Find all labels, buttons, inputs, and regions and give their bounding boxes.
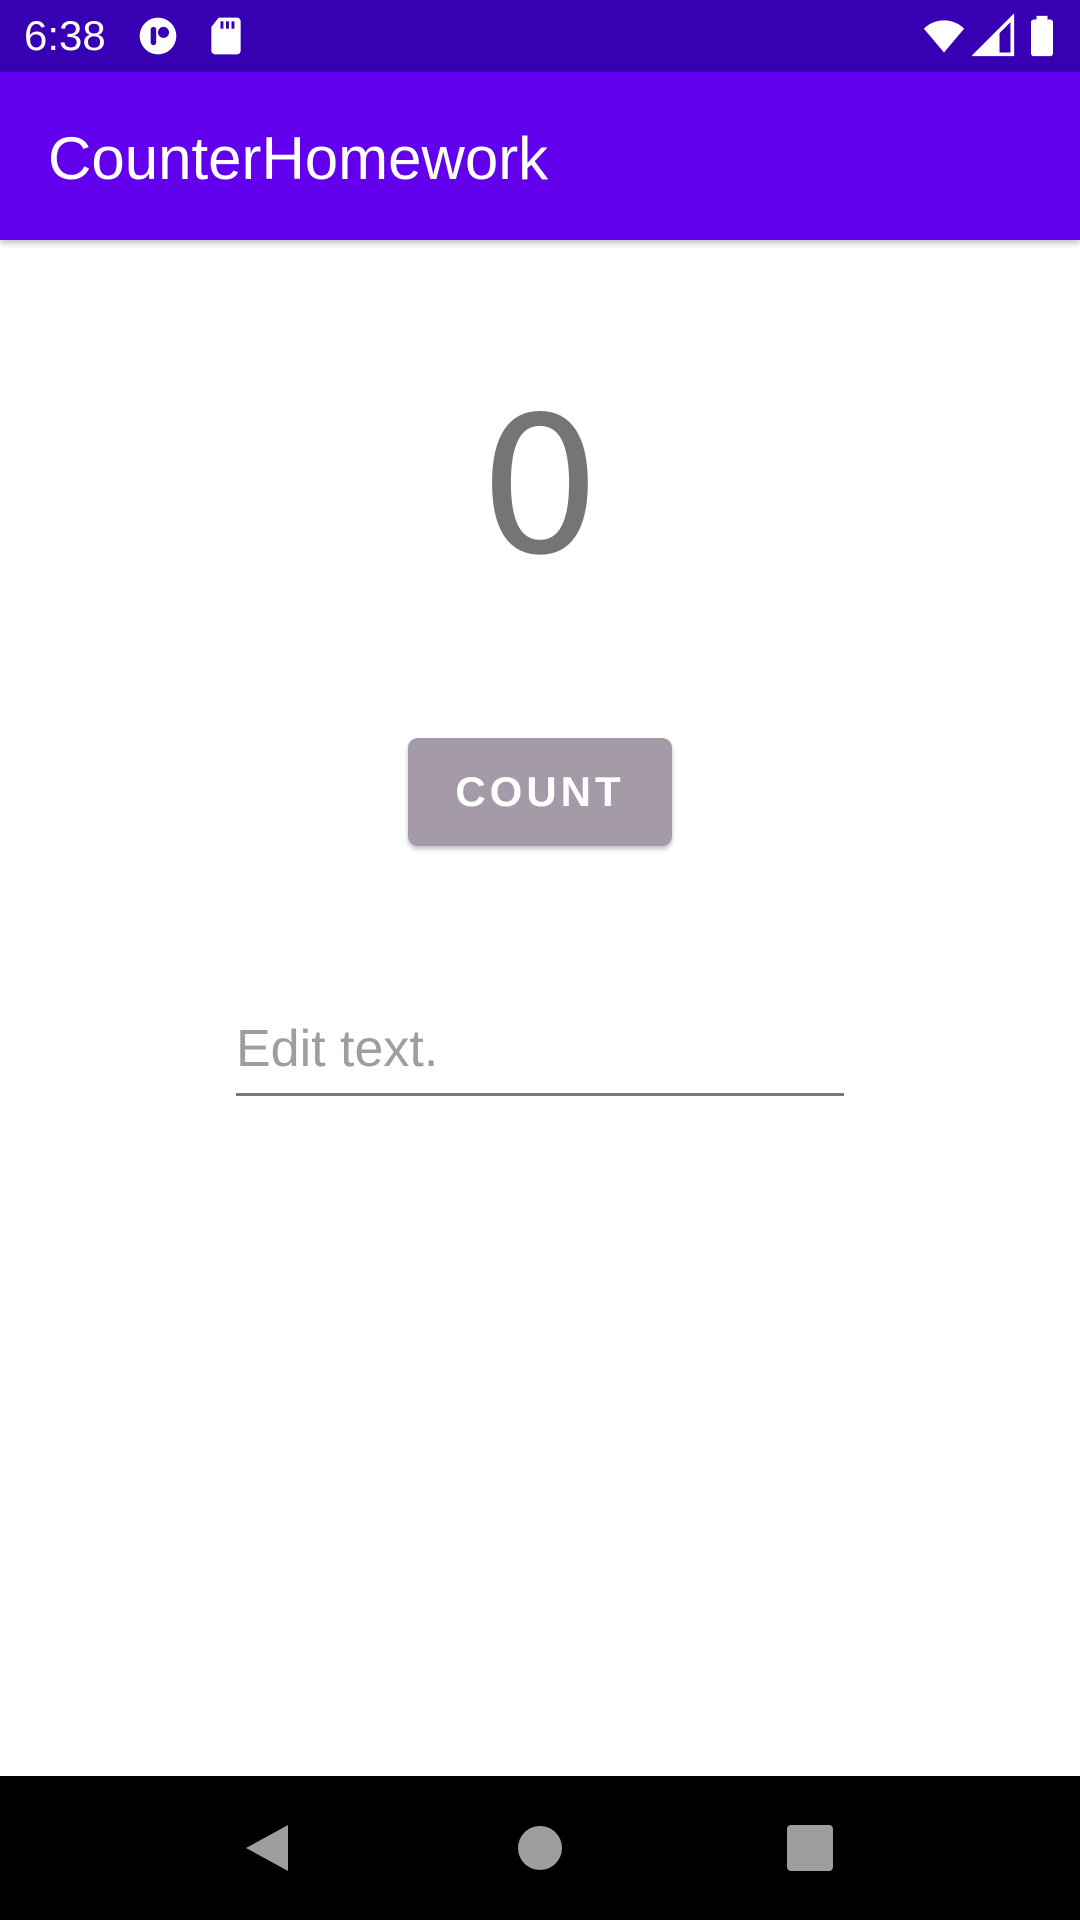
recents-icon bbox=[787, 1825, 833, 1871]
count-button[interactable]: COUNT bbox=[408, 738, 672, 846]
navigation-bar bbox=[0, 1776, 1080, 1920]
status-bar: 6:38 bbox=[0, 0, 1080, 72]
home-button[interactable] bbox=[490, 1798, 590, 1898]
app-screen: 6:38 CounterHomework 0 COUNT Edit text. bbox=[0, 0, 1080, 1920]
wifi-icon bbox=[922, 14, 966, 58]
battery-icon bbox=[1022, 14, 1062, 58]
sd-card-icon bbox=[204, 14, 248, 58]
home-icon bbox=[518, 1826, 562, 1870]
back-button[interactable] bbox=[218, 1798, 318, 1898]
count-value: 0 bbox=[479, 376, 601, 597]
recents-button[interactable] bbox=[760, 1798, 860, 1898]
notification-app-icon bbox=[136, 14, 180, 58]
edit-text-field[interactable] bbox=[236, 1010, 844, 1096]
status-time: 6:38 bbox=[24, 12, 106, 59]
app-title: CounterHomework bbox=[48, 125, 549, 192]
cell-signal-icon bbox=[972, 14, 1016, 58]
app-bar: CounterHomework bbox=[0, 72, 1080, 240]
back-icon bbox=[246, 1825, 288, 1871]
